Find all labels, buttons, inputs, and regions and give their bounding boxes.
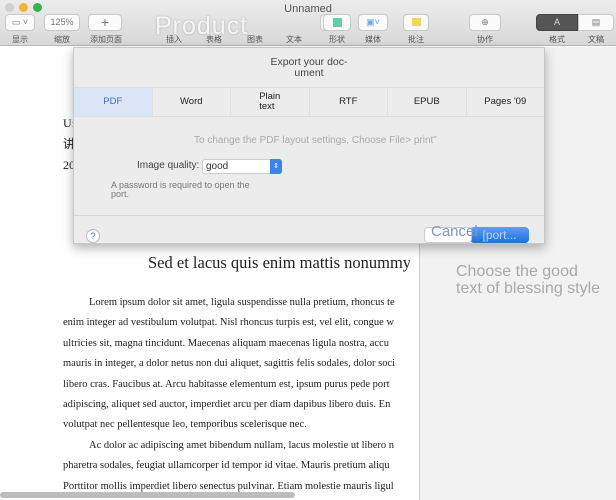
horizontal-scrollbar[interactable]	[0, 492, 295, 498]
format-tabs: PDF Word Plain text RTF EPUB Pages '09	[74, 87, 544, 117]
export-dialog: Export your doc- ument PDF Word Plain te…	[73, 47, 545, 244]
tab-plain-text[interactable]: Plain text	[231, 88, 310, 116]
format-icon: A	[553, 17, 560, 27]
collaborate-icon: ⊕	[481, 17, 489, 27]
toolbar-label: 协作	[477, 35, 493, 44]
toolbar-label: 格式	[549, 35, 565, 44]
toolbar: Unnamed ▭ ˅ 125% + T ▣˅ ⊕ A ▤ 显示 缩放 添加页面…	[0, 0, 616, 46]
toolbar-label: 形状	[329, 35, 345, 44]
export-button[interactable]: [port...	[470, 227, 529, 243]
format-button[interactable]: A	[536, 14, 578, 31]
toolbar-label: 缩放	[54, 35, 70, 44]
image-quality-label: Image quality:	[137, 160, 200, 171]
document-heading: Sed et lacus quis enim mattis nonummy	[148, 253, 410, 272]
toolbar-label: 显示	[12, 35, 28, 44]
plus-icon: +	[100, 14, 110, 30]
tab-word[interactable]: Word	[153, 88, 231, 116]
view-button[interactable]: ▭ ˅	[5, 14, 35, 31]
toolbar-label: 添加页面	[90, 35, 122, 44]
document-button[interactable]: ▤	[578, 14, 614, 31]
tab-epub[interactable]: EPUB	[388, 88, 467, 116]
add-page-button[interactable]: +	[88, 14, 122, 31]
comment-icon	[411, 18, 421, 26]
password-text: A password is required to open the port.	[111, 180, 250, 199]
view-icon: ▭ ˅	[11, 17, 29, 27]
toolbar-label: 文稿	[588, 35, 604, 44]
media-icon: ▣˅	[366, 17, 380, 27]
toolbar-label: 文本	[286, 35, 302, 44]
chevron-updown-icon: ⇕	[270, 159, 282, 174]
dialog-title: Export your doc- ument	[270, 56, 348, 79]
shape-icon	[332, 18, 342, 27]
sidebar-hint: Choose the good text of blessing style	[456, 263, 601, 297]
zoom-select[interactable]: 125%	[44, 14, 80, 31]
shape-button[interactable]	[323, 14, 351, 31]
comment-button[interactable]	[403, 14, 429, 31]
document-body: Lorem ipsum dolor sit amet, ligula suspe…	[63, 297, 396, 492]
cancel-button[interactable]: Cancel	[424, 224, 478, 243]
collaborate-button[interactable]: ⊕	[469, 14, 501, 31]
toolbar-label: 批注	[408, 35, 424, 44]
document-icon: ▤	[591, 17, 601, 27]
pdf-info-text: To change the PDF layout settings, Choos…	[194, 135, 437, 146]
divider	[74, 215, 544, 216]
overlay-text: Product	[155, 12, 249, 40]
media-button[interactable]: ▣˅	[358, 14, 388, 31]
tab-pages-09[interactable]: Pages '09	[467, 88, 545, 116]
tab-rtf[interactable]: RTF	[310, 88, 388, 116]
help-button[interactable]: ?	[86, 229, 100, 243]
toolbar-label: 媒体	[365, 35, 381, 44]
image-quality-select[interactable]: good ⇕	[202, 159, 282, 174]
tab-pdf[interactable]: PDF	[74, 88, 153, 116]
